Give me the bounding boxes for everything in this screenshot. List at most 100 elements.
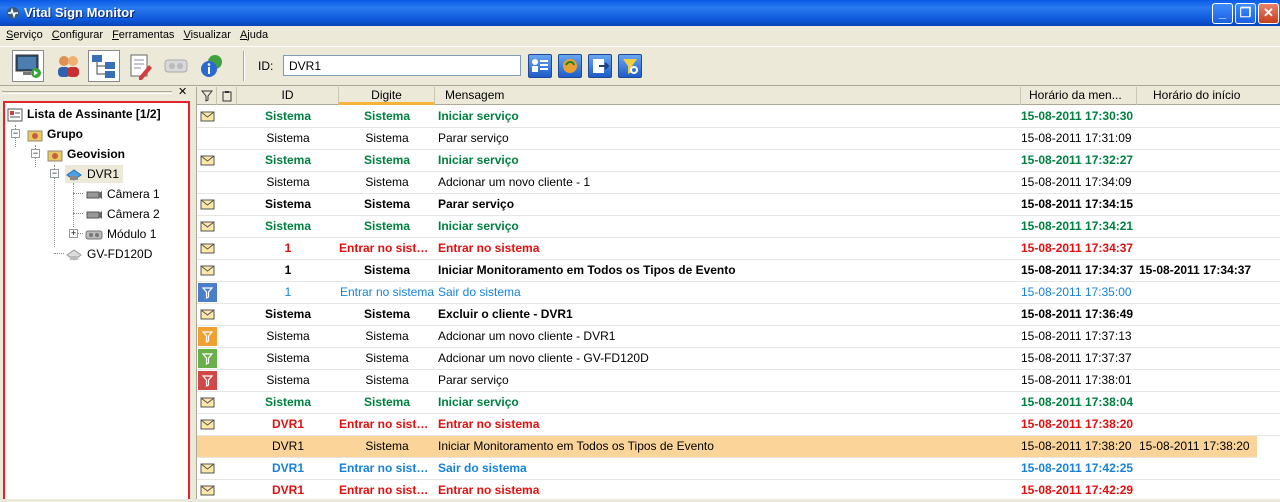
collapse-geovision[interactable]: −	[31, 149, 40, 158]
table-row[interactable]: Sistema Sistema Excluir o cliente - DVR1 15…	[197, 304, 1280, 326]
tree-item-camera-2-label: Câmera 2	[107, 207, 160, 221]
mensagem-cell: Adcionar um novo cliente - GV-FD120D	[438, 351, 649, 365]
id-column-header[interactable]: ID	[237, 87, 339, 105]
digite-cell: Entrar no sistema	[339, 241, 435, 255]
table-row[interactable]: 1 Sistema Iniciar Monitoramento em Todos o…	[197, 260, 1280, 282]
minimize-button[interactable]: _	[1212, 3, 1233, 24]
digite-cell: Entrar no sistema	[339, 285, 435, 299]
envelope-icon	[200, 485, 215, 496]
collapse-dvr1[interactable]: −	[50, 169, 59, 178]
horario-mensagem-column-header[interactable]: Horário da men...	[1021, 87, 1137, 105]
export-button[interactable]	[588, 54, 612, 78]
table-row[interactable]: 1 Entrar no sistema Entrar no sistema 15-08…	[197, 238, 1280, 260]
mensagem-cell: Iniciar serviço	[438, 219, 519, 233]
mensagem-cell: Parar serviço	[438, 131, 509, 145]
search-filter-button[interactable]	[618, 54, 642, 78]
collapse-grupo[interactable]: −	[11, 129, 20, 138]
mensagem-column-header[interactable]: Mensagem	[435, 87, 1021, 105]
table-row[interactable]: 1 Entrar no sistema Sair do sistema 15-08-2…	[197, 282, 1280, 304]
menu-configurar[interactable]: Configurar	[46, 26, 106, 41]
horario-mensagem-cell: 15-08-2011 17:37:13	[1021, 329, 1132, 343]
table-row[interactable]: DVR1 Entrar no sistema Sair do sistema 15-0…	[197, 458, 1280, 480]
envelope-icon	[200, 111, 215, 122]
tree-item-modulo-1[interactable]: Módulo 1	[85, 225, 156, 243]
table-row[interactable]: DVR1 Entrar no sistema Entrar no sistema 15…	[197, 414, 1280, 436]
tree-line	[54, 253, 64, 254]
panel-close-icon[interactable]: ✕	[178, 85, 187, 98]
horario-mensagem-cell: 15-08-2011 17:38:20	[1021, 417, 1134, 431]
monitor-button[interactable]	[12, 50, 44, 82]
network-tree-button[interactable]	[88, 50, 120, 82]
filter-column-header[interactable]	[197, 87, 217, 105]
info-button[interactable]	[196, 50, 228, 82]
module-icon	[85, 230, 103, 240]
table-row[interactable]: Sistema Sistema Parar serviço 15-08-2011 17…	[197, 370, 1280, 392]
note-column-header[interactable]	[217, 87, 237, 105]
table-row[interactable]: Sistema Sistema Iniciar serviço 15-08-2011 …	[197, 150, 1280, 172]
panel-grip[interactable]	[2, 91, 172, 94]
id-cell: Sistema	[264, 395, 312, 409]
horario-inicio-cell	[1139, 150, 1279, 171]
close-button[interactable]: ✕	[1258, 3, 1279, 24]
event-grid[interactable]: ID Digite Mensagem Horário da men... Hor…	[196, 87, 1280, 502]
table-row[interactable]: Sistema Sistema Parar serviço 15-08-2011 17…	[197, 128, 1280, 150]
clipboard-icon	[222, 91, 231, 102]
users-button[interactable]	[52, 50, 84, 82]
export-icon	[593, 59, 610, 73]
table-row[interactable]: Sistema Sistema Adcionar um novo cliente -…	[197, 348, 1280, 370]
menu-servico[interactable]: Serviço	[0, 26, 46, 41]
table-row[interactable]: Sistema Sistema Iniciar serviço 15-08-2011 …	[197, 216, 1280, 238]
edit-document-icon	[130, 54, 152, 80]
id-label: ID:	[258, 59, 274, 73]
table-row[interactable]: Sistema Sistema Adcionar um novo cliente -…	[197, 326, 1280, 348]
tree-item-camera-2[interactable]: Câmera 2	[85, 205, 160, 223]
tree-item-grupo[interactable]: Grupo	[27, 125, 83, 143]
horario-mensagem-cell: 15-08-2011 17:38:01	[1021, 373, 1132, 387]
mensagem-cell: Sair do sistema	[438, 461, 527, 475]
mensagem-cell: Iniciar Monitoramento em Todos os Tipos …	[438, 439, 714, 453]
edit-document-button[interactable]	[124, 50, 156, 82]
maximize-button[interactable]: ❐	[1235, 3, 1256, 24]
subscriber-panel: ✕ Lista de Assinante [1/2] − Grupo − Geo…	[0, 85, 193, 499]
envelope-icon	[200, 397, 215, 408]
camera-device-button[interactable]	[160, 50, 192, 82]
group-icon	[47, 150, 63, 162]
menu-visualizar[interactable]: Visualizar	[177, 26, 234, 41]
id-cell: Sistema	[264, 109, 312, 123]
tree-item-dvr1[interactable]: DVR1	[65, 165, 124, 183]
id-cell: DVR1	[271, 461, 304, 475]
digite-cell: Sistema	[363, 219, 411, 233]
id-cell: DVR1	[271, 483, 304, 497]
horario-mensagem-cell: 15-08-2011 17:37:37	[1021, 351, 1132, 365]
expand-modulo[interactable]: +	[69, 229, 78, 238]
menu-ferramentas[interactable]: Ferramentas	[106, 26, 177, 41]
user-list-button[interactable]	[528, 54, 552, 78]
horario-inicio-column-header[interactable]: Horário do início	[1137, 87, 1280, 105]
tree-item-geovision[interactable]: Geovision	[47, 145, 125, 163]
horario-inicio-cell	[1139, 326, 1279, 347]
title-bar: Vital Sign Monitor _ ❐ ✕	[0, 0, 1280, 26]
digite-cell: Sistema	[363, 263, 411, 277]
id-cell: 1	[284, 285, 292, 299]
tree-item-gv-fd120d[interactable]: GV-FD120D	[65, 245, 152, 263]
digite-cell: Sistema	[365, 373, 409, 387]
id-input[interactable]	[283, 55, 521, 76]
digite-column-header[interactable]: Digite	[339, 87, 435, 105]
table-row[interactable]: Sistema Sistema Adcionar um novo cliente -…	[197, 172, 1280, 194]
id-cell: Sistema	[266, 351, 310, 365]
envelope-icon	[200, 463, 215, 474]
table-row[interactable]: Sistema Sistema Parar serviço 15-08-2011 17…	[197, 194, 1280, 216]
menu-ajuda[interactable]: Ajuda	[234, 26, 271, 41]
mensagem-cell: Entrar no sistema	[438, 241, 540, 255]
refresh-button[interactable]	[558, 54, 582, 78]
table-row[interactable]: Sistema Sistema Iniciar serviço 15-08-2011 …	[197, 106, 1280, 128]
mensagem-cell: Iniciar Monitoramento em Todos os Tipos …	[438, 263, 736, 277]
toolbar-separator	[243, 51, 245, 81]
table-row[interactable]: Sistema Sistema Iniciar serviço 15-08-2011 …	[197, 392, 1280, 414]
tree-item-camera-1[interactable]: Câmera 1	[85, 185, 160, 203]
tree-root[interactable]: Lista de Assinante [1/2]	[7, 105, 161, 123]
id-cell: Sistema	[266, 175, 310, 189]
table-row[interactable]: DVR1 Sistema Iniciar Monitoramento em Todo…	[197, 436, 1257, 458]
horario-mensagem-cell: 15-08-2011 17:42:29	[1021, 483, 1134, 497]
subscriber-tree[interactable]: Lista de Assinante [1/2] − Grupo − Geovi…	[3, 101, 190, 499]
